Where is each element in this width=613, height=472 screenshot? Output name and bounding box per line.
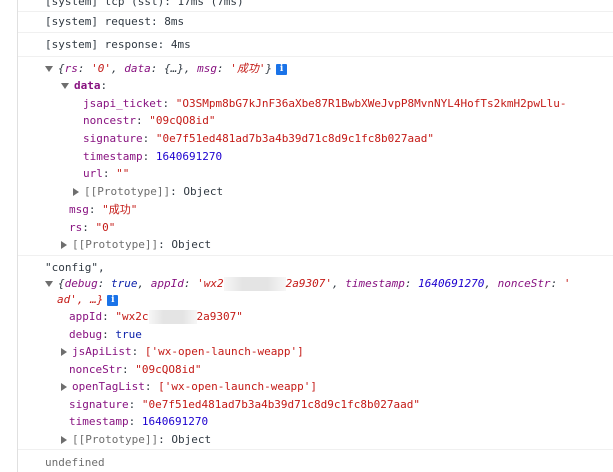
redacted-appid (223, 277, 286, 291)
divider (18, 56, 613, 57)
opentaglist-row[interactable]: openTagList: ['wx-open-launch-weapp'] (61, 379, 317, 395)
collapse-arrow-icon[interactable] (61, 436, 67, 444)
divider (18, 32, 613, 33)
noncestr-row: nonceStr: "09cQO8id" (69, 363, 202, 376)
redacted-appid (148, 310, 197, 324)
divider (18, 11, 613, 12)
config-preview-continuation: ad', …} i (57, 292, 119, 308)
appid-row: appId: "wx2c 2a9307" (69, 310, 243, 324)
signature-row: signature: "0e7f51ed481ad7b3a4b39d71c8d9… (69, 398, 421, 411)
collapse-arrow-icon[interactable] (61, 241, 67, 249)
jsapilist-row[interactable]: jsApiList: ['wx-open-launch-weapp'] (61, 344, 304, 360)
response-object-preview[interactable]: {rs: '0', data: {…}, msg: '成功'} i (45, 61, 288, 77)
divider (18, 449, 613, 450)
data-prototype-row[interactable]: [[Prototype]]: Object (73, 184, 223, 200)
data-node[interactable]: data: (61, 78, 107, 94)
console-gutter (17, 0, 18, 472)
debug-row: debug: true (69, 328, 142, 341)
log-line-request: [system] request: 8ms (45, 15, 185, 28)
info-icon[interactable]: i (107, 294, 119, 306)
timestamp-row: timestamp: 1640691270 (83, 150, 223, 163)
signature-row: signature: "0e7f51ed481ad7b3a4b39d71c8d9… (83, 132, 435, 145)
config-label: "config", (45, 261, 105, 274)
log-line-tcp: [system] tcp (ssl): 17ms (7ms) (45, 0, 244, 8)
return-value-undefined: undefined (45, 456, 105, 469)
expand-arrow-icon[interactable] (45, 281, 53, 287)
jsapi-ticket-row: jsapi_ticket: "O3SMpm8bG7kJnF36aXbe87R1B… (83, 97, 567, 110)
collapse-arrow-icon[interactable] (61, 348, 67, 356)
info-icon[interactable]: i (276, 63, 288, 75)
noncestr-row: noncestr: "09cQO8id" (83, 114, 216, 127)
log-line-response: [system] response: 4ms (45, 38, 191, 51)
rs-row: rs: "0" (69, 221, 116, 234)
collapse-arrow-icon[interactable] (61, 383, 67, 391)
expand-arrow-icon[interactable] (61, 83, 69, 89)
config-object-preview[interactable]: {debug: true, appId: 'wx2 2a9307', timest… (45, 276, 570, 292)
devtools-console: [system] tcp (ssl): 17ms (7ms) [system] … (0, 0, 613, 472)
expand-arrow-icon[interactable] (45, 66, 53, 72)
url-row: url: "" (83, 167, 130, 180)
timestamp-row: timestamp: 1640691270 (69, 415, 209, 428)
response-prototype-row[interactable]: [[Prototype]]: Object (61, 237, 211, 253)
divider (18, 255, 613, 256)
collapse-arrow-icon[interactable] (73, 188, 79, 196)
config-prototype-row[interactable]: [[Prototype]]: Object (61, 432, 211, 448)
msg-row: msg: "成功" (69, 203, 138, 216)
